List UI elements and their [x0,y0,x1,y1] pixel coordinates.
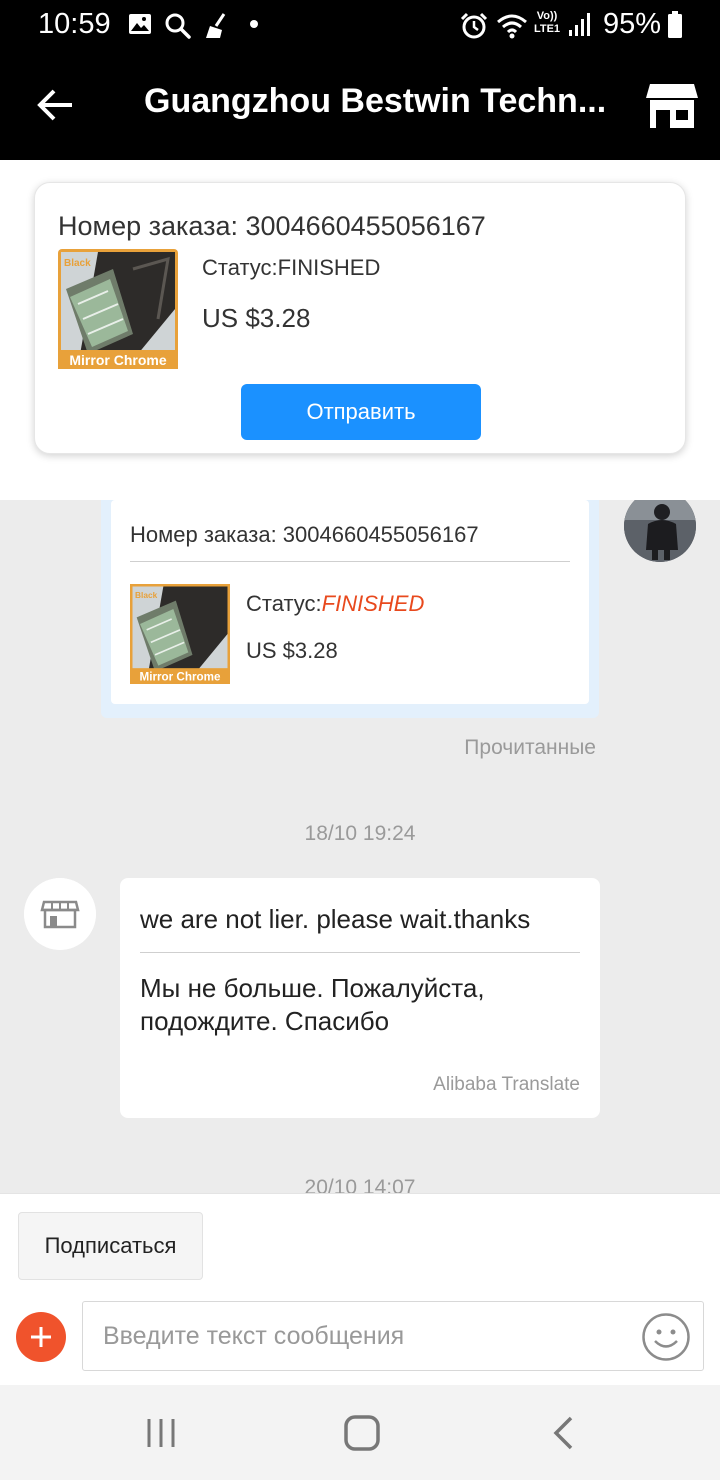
volte-icon: Vo)) LTE1 [533,10,561,35]
order-message-number: Номер заказа: 3004660455056167 [130,522,479,547]
system-nav-bar [0,1385,720,1480]
plus-icon [31,1327,51,1347]
thumb-bottom-label: Mirror Chrome [140,671,221,684]
translator-label: Alibaba Translate [433,1074,580,1095]
divider [140,952,580,953]
chat-messages[interactable]: Номер заказа: 3004660455056167 Black Mir… [0,500,720,1193]
order-status: Статус:FINISHED [202,255,381,280]
user-avatar[interactable] [624,500,696,562]
status-label: Статус: [246,591,322,616]
back-arrow-icon[interactable] [32,80,82,130]
order-message: Номер заказа: 3004660455056167 Black Mir… [101,500,599,718]
thumb-bottom-label: Mirror Chrome [69,352,166,368]
status-bar: 10:59 Vo)) LTE1 95% [0,0,720,52]
emoji-icon[interactable] [641,1312,691,1362]
shop-title: Guangzhou Bestwin Techn... [144,82,607,120]
broom-icon [206,13,226,38]
composer: Подписаться [0,1193,720,1385]
home-icon[interactable] [342,1413,382,1453]
thumb-top-label: Black [64,258,91,269]
message-timestamp: 20/10 14:07 [304,1176,416,1193]
message-bubble[interactable]: we are not lier. please wait.thanks Мы н… [120,878,600,1118]
message-translated-text: Мы не больше. Пожалуйста, подождите. Спа… [140,973,485,1036]
message-original-text: we are not lier. please wait.thanks [140,904,531,934]
order-message-price: US $3.28 [246,638,338,663]
search-icon [165,13,191,39]
battery-percent: 95% [603,8,662,40]
shop-avatar-icon[interactable] [24,878,96,950]
pinned-order-area: Номер заказа: 3004660455056167 Black Mir… [0,160,720,500]
order-message-card[interactable]: Номер заказа: 3004660455056167 Black Mir… [111,500,589,704]
subscribe-button[interactable]: Подписаться [18,1212,203,1280]
store-icon[interactable] [644,80,700,130]
add-attachment-button[interactable] [16,1312,66,1362]
recent-apps-icon[interactable] [141,1413,181,1453]
order-price: US $3.28 [202,303,311,333]
product-thumbnail[interactable]: Black Mirror Chrome [58,249,178,369]
dot-icon [250,20,258,28]
status-value: FINISHED [321,591,425,616]
alarm-icon [460,12,488,39]
back-icon[interactable] [544,1413,584,1453]
read-status: Прочитанные [464,736,596,759]
pinned-order-card[interactable]: Номер заказа: 3004660455056167 Black Mir… [34,182,686,454]
thumb-top-label: Black [135,590,158,600]
divider [130,561,570,562]
wifi-icon [497,14,527,39]
send-order-button[interactable]: Отправить [241,384,481,440]
status-time: 10:59 [38,8,111,40]
app-header: Guangzhou Bestwin Techn... [0,52,720,160]
gallery-icon [129,14,151,34]
order-message-thumbnail[interactable]: Black Mirror Chrome [130,584,230,684]
message-input[interactable] [82,1301,704,1371]
battery-icon [668,11,682,38]
order-number: Номер заказа: 3004660455056167 [58,211,486,241]
signal-icon [569,13,590,36]
message-timestamp: 18/10 19:24 [304,822,416,845]
order-message-status: Статус:FINISHED [246,591,424,617]
